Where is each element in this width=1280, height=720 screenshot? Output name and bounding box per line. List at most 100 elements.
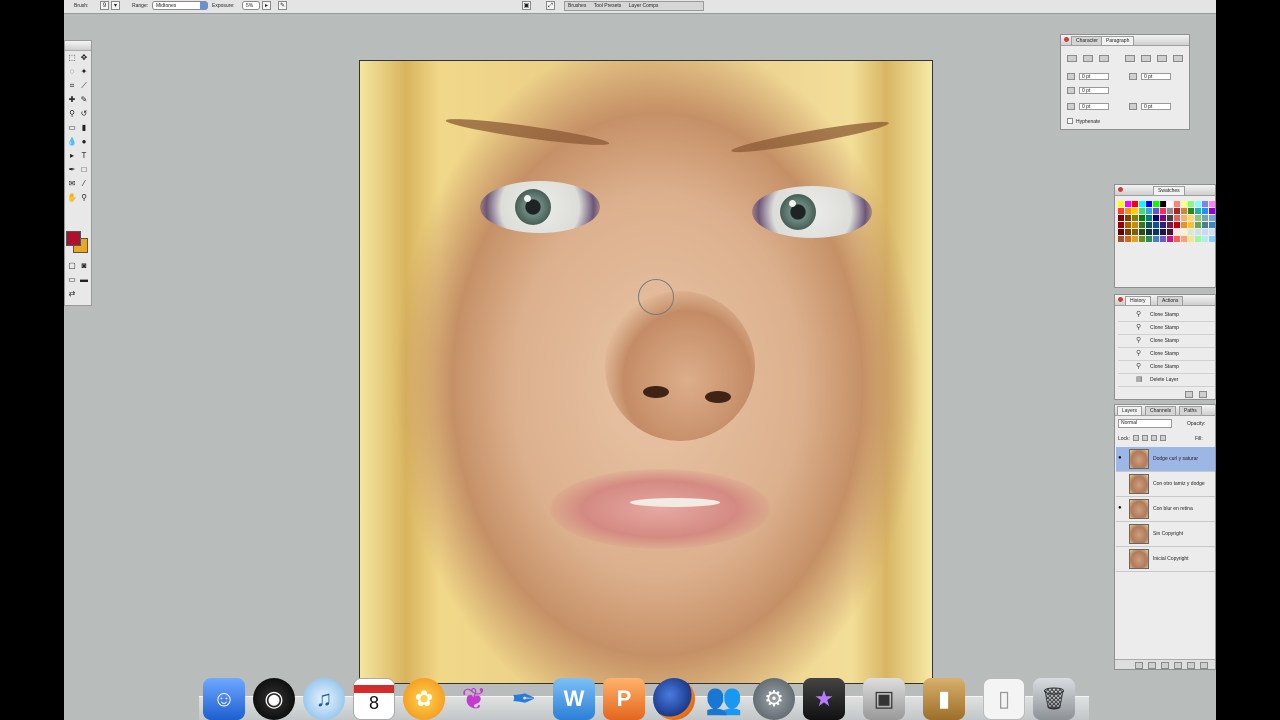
- swatch[interactable]: [1202, 215, 1208, 221]
- full-screen-mode-icon[interactable]: ▬: [79, 275, 89, 285]
- swatch[interactable]: [1181, 215, 1187, 221]
- brush-preset-picker[interactable]: 9: [100, 1, 109, 10]
- gradient-tool-icon[interactable]: ▮: [79, 123, 89, 133]
- swatch[interactable]: [1118, 215, 1124, 221]
- delete-layer-icon[interactable]: [1200, 662, 1208, 669]
- justify-left-icon[interactable]: [1125, 55, 1135, 62]
- new-snapshot-icon[interactable]: [1185, 391, 1193, 398]
- swatch[interactable]: [1181, 222, 1187, 228]
- swatch[interactable]: [1146, 236, 1152, 242]
- swatch[interactable]: [1125, 208, 1131, 214]
- screenshot-icon[interactable]: ▣: [863, 678, 905, 720]
- swatch[interactable]: [1160, 208, 1166, 214]
- indent-first-line-field[interactable]: 0 pt: [1079, 87, 1109, 94]
- swatch[interactable]: [1153, 222, 1159, 228]
- swatch[interactable]: [1181, 208, 1187, 214]
- swatch[interactable]: [1146, 215, 1152, 221]
- swatch[interactable]: [1125, 236, 1131, 242]
- swatch[interactable]: [1167, 201, 1173, 207]
- swatch[interactable]: [1139, 236, 1145, 242]
- swatch[interactable]: [1153, 215, 1159, 221]
- eraser-tool-icon[interactable]: ▭: [67, 123, 77, 133]
- new-group-icon[interactable]: [1161, 662, 1169, 669]
- justify-all-icon[interactable]: [1173, 55, 1183, 62]
- tab-character[interactable]: Character: [1071, 36, 1103, 45]
- tab-layers[interactable]: Layers: [1117, 406, 1143, 415]
- dodge-tool-icon[interactable]: ●: [79, 137, 89, 147]
- path-selection-tool-icon[interactable]: ▸: [67, 151, 77, 161]
- swatch[interactable]: [1167, 222, 1173, 228]
- blur-tool-icon[interactable]: 💧: [67, 137, 77, 147]
- layer-visibility-eye-icon[interactable]: [1118, 530, 1124, 536]
- swatch[interactable]: [1132, 208, 1138, 214]
- document-canvas[interactable]: [359, 60, 933, 684]
- powerpoint-icon[interactable]: P: [603, 678, 645, 720]
- swatch[interactable]: [1146, 201, 1152, 207]
- swatch[interactable]: [1202, 208, 1208, 214]
- swatch[interactable]: [1153, 236, 1159, 242]
- screen-mode-icon[interactable]: ▭: [67, 275, 77, 285]
- swatch[interactable]: [1188, 222, 1194, 228]
- eyedropper-tool-icon[interactable]: ⁄: [79, 179, 89, 189]
- swatch[interactable]: [1181, 236, 1187, 242]
- swatch[interactable]: [1195, 201, 1201, 207]
- brush-picker-arrow-icon[interactable]: ▾: [111, 1, 120, 10]
- swatch[interactable]: [1174, 236, 1180, 242]
- swatch[interactable]: [1125, 229, 1131, 235]
- swatch[interactable]: [1132, 215, 1138, 221]
- history-state[interactable]: ⚲ Clone Stamp: [1118, 335, 1215, 348]
- layer-visibility-eye-icon[interactable]: ●: [1118, 455, 1124, 461]
- standard-mode-icon[interactable]: ▢: [67, 261, 77, 271]
- swatch[interactable]: [1160, 222, 1166, 228]
- swatch[interactable]: [1139, 208, 1145, 214]
- swatch[interactable]: [1160, 201, 1166, 207]
- slice-tool-icon[interactable]: ⟋: [79, 81, 89, 91]
- swatch[interactable]: [1188, 208, 1194, 214]
- history-state[interactable]: ⚲ Clone Stamp: [1118, 361, 1215, 374]
- hyphenate-checkbox[interactable]: [1067, 118, 1073, 124]
- tab-tool-presets[interactable]: Tool Presets: [594, 3, 622, 9]
- swatches-palette-title-bar[interactable]: Swatches: [1115, 185, 1215, 196]
- hand-tool-icon[interactable]: ✋: [67, 193, 77, 203]
- close-icon[interactable]: [1118, 297, 1123, 302]
- swatch[interactable]: [1195, 215, 1201, 221]
- swatch[interactable]: [1209, 236, 1215, 242]
- itunes-icon[interactable]: ♫: [303, 678, 345, 720]
- swatch[interactable]: [1188, 201, 1194, 207]
- lasso-tool-icon[interactable]: ◌: [67, 67, 77, 77]
- bridge-icon[interactable]: ⤢: [546, 1, 555, 10]
- tab-history[interactable]: History: [1125, 296, 1151, 305]
- tab-paths[interactable]: Paths: [1179, 406, 1202, 415]
- layer-visibility-eye-icon[interactable]: [1118, 555, 1124, 561]
- book-icon[interactable]: ▮: [923, 678, 965, 720]
- swatch[interactable]: [1132, 229, 1138, 235]
- brush-tool-icon[interactable]: ✎: [79, 95, 89, 105]
- swatch[interactable]: [1118, 236, 1124, 242]
- swatch[interactable]: [1167, 215, 1173, 221]
- shape-tool-icon[interactable]: □: [79, 165, 89, 175]
- swatch[interactable]: [1139, 215, 1145, 221]
- swatch[interactable]: [1174, 201, 1180, 207]
- layer-row[interactable]: Con otro tamiz y dodge: [1116, 472, 1215, 497]
- zoom-tool-icon[interactable]: ⚲: [79, 193, 89, 203]
- lock-all-icon[interactable]: [1160, 435, 1166, 441]
- swatch[interactable]: [1167, 229, 1173, 235]
- swatch[interactable]: [1202, 236, 1208, 242]
- clone-stamp-tool-icon[interactable]: ⚲: [67, 109, 77, 119]
- blend-mode-select[interactable]: Normal: [1118, 419, 1172, 428]
- layer-mask-icon[interactable]: [1148, 662, 1156, 669]
- word-icon[interactable]: W: [553, 678, 595, 720]
- document-icon[interactable]: ▯: [983, 678, 1025, 720]
- swatch[interactable]: [1202, 201, 1208, 207]
- swatch[interactable]: [1139, 201, 1145, 207]
- swatch[interactable]: [1125, 215, 1131, 221]
- tab-layer-comps[interactable]: Layer Comps: [629, 3, 659, 9]
- butterfly-icon[interactable]: ❦: [453, 678, 495, 720]
- align-left-icon[interactable]: [1067, 55, 1077, 62]
- swatch[interactable]: [1188, 236, 1194, 242]
- history-palette-title-bar[interactable]: History Actions: [1115, 295, 1215, 306]
- new-layer-icon[interactable]: [1187, 662, 1195, 669]
- swatch[interactable]: [1195, 229, 1201, 235]
- feather-icon[interactable]: ✒: [503, 678, 545, 720]
- swatch[interactable]: [1160, 229, 1166, 235]
